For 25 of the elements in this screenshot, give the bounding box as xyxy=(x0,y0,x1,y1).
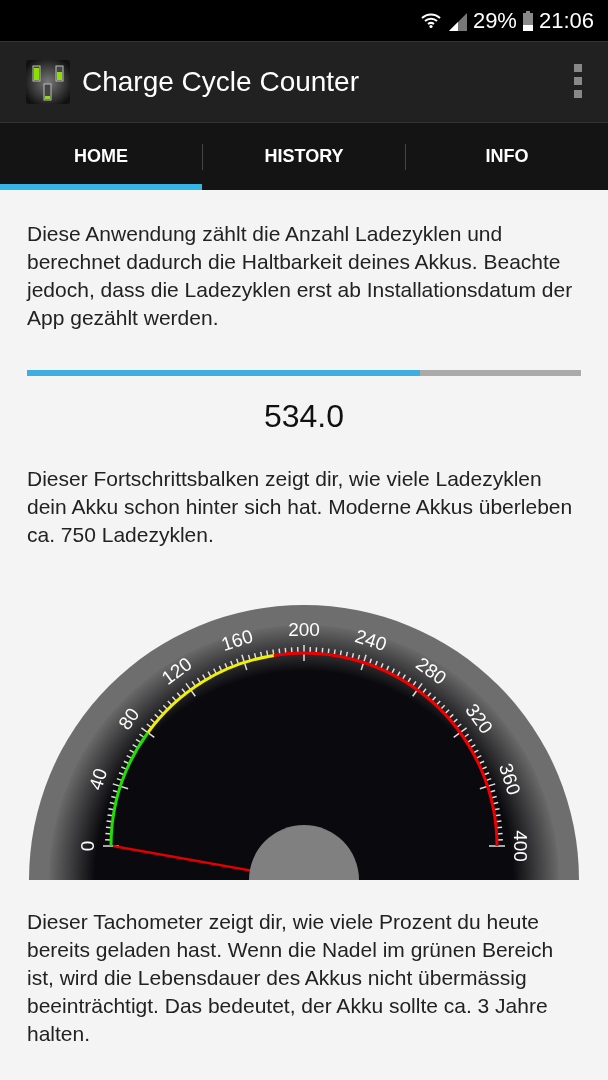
gauge-label: 280 xyxy=(412,653,451,689)
battery-app-icon xyxy=(26,60,70,104)
tab[interactable]: INFO xyxy=(406,123,608,190)
gauge-label: 200 xyxy=(288,619,320,640)
tab[interactable]: HOME xyxy=(0,123,202,190)
clock: 21:06 xyxy=(538,7,594,34)
battery-icon xyxy=(522,10,533,31)
gauge-label: 120 xyxy=(157,653,196,689)
gauge-label: 160 xyxy=(218,625,256,655)
tab[interactable]: HISTORY xyxy=(203,123,405,190)
battery-percentage: 29% xyxy=(472,7,517,34)
wifi-icon xyxy=(420,11,441,30)
gauge-label: 240 xyxy=(352,625,390,655)
progress-description: Dieser Fortschrittsbalken zeigt dir, wie viele Ladezyklen dein Akku schon hinter sich hat. Moderne Akkus überleben ca. 750 Ladezyklen. xyxy=(27,466,574,548)
gauge-label: 80 xyxy=(114,704,144,734)
gauge-label: 320 xyxy=(461,699,497,738)
gauge-description: Dieser Tachometer zeigt dir, wie viele Prozent du heute bereits geladen hast. Wenn die Nadel im grünen Bereich ist, wird die Lebensdauer des Akkus nicht übermässig beeinträchtigt. Das bedeutet, der Akku sollte ca. 3 Jahre halten. xyxy=(27,909,555,1047)
gauge-label: 400 xyxy=(510,830,531,862)
intro-text: Diese Anwendung zählt die Anzahl Ladezyklen und berechnet dadurch die Haltbarkeit deines Akkus. Beachte jedoch, dass die Ladezyklen erst ab Installationsdatum der App gezählt werden. xyxy=(27,221,574,331)
gauge-label: 40 xyxy=(84,765,112,793)
overflow-menu-button[interactable] xyxy=(574,64,582,100)
cycle-count: 534.0 xyxy=(262,398,346,435)
app-title: Charge Cycle Counter xyxy=(82,66,361,98)
gauge-label: 360 xyxy=(495,760,525,798)
gauge-label: 0 xyxy=(77,840,98,852)
